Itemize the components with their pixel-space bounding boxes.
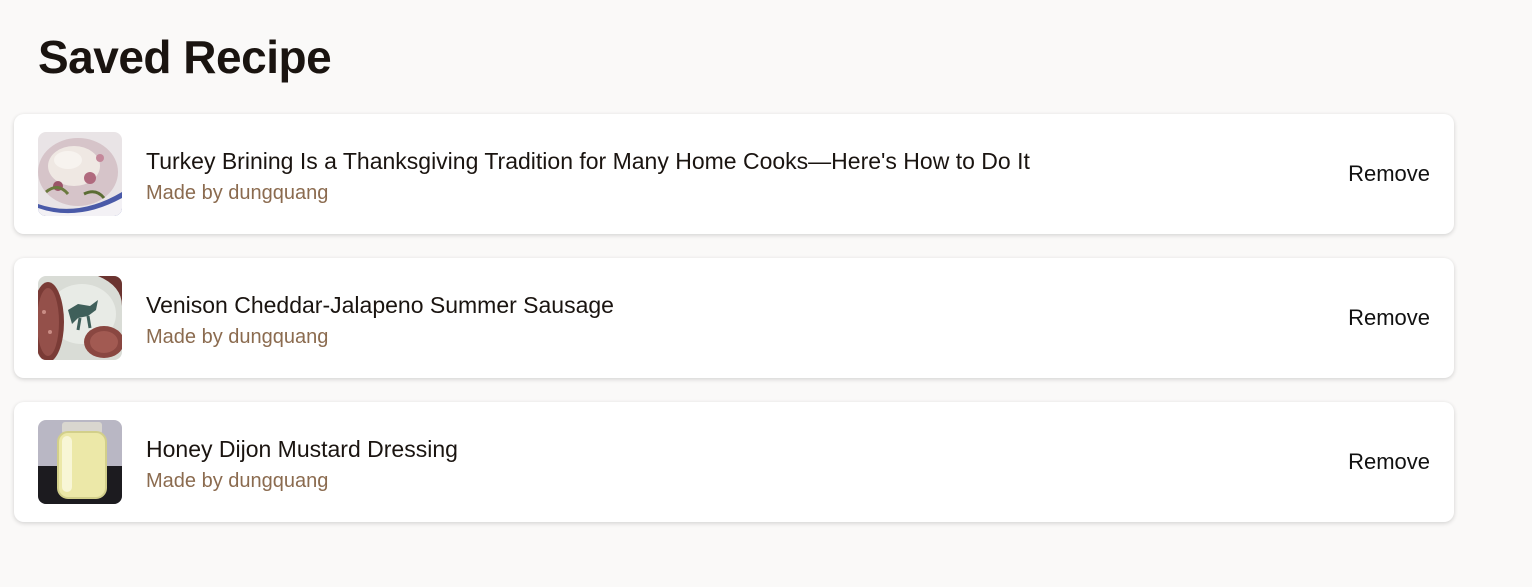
saved-recipe-list: Turkey Brining Is a Thanksgiving Traditi…: [14, 114, 1454, 546]
recipe-thumbnail[interactable]: [38, 276, 122, 360]
turkey-brine-photo: [38, 132, 122, 216]
remove-button[interactable]: Remove: [1348, 160, 1430, 188]
recipe-author: Made by dungquang: [146, 182, 329, 204]
recipe-author: Made by dungquang: [146, 470, 329, 492]
recipe-thumbnail[interactable]: [38, 132, 122, 216]
recipe-card[interactable]: Venison Cheddar-Jalapeno Summer Sausage …: [14, 258, 1454, 378]
remove-button[interactable]: Remove: [1348, 448, 1430, 476]
recipe-author: Made by dungquang: [146, 326, 329, 348]
recipe-card[interactable]: Turkey Brining Is a Thanksgiving Traditi…: [14, 114, 1454, 234]
page-title: Saved Recipe: [38, 31, 332, 83]
summer-sausage-photo: [38, 276, 122, 360]
recipe-card[interactable]: Honey Dijon Mustard Dressing Made by dun…: [14, 402, 1454, 522]
recipe-title[interactable]: Venison Cheddar-Jalapeno Summer Sausage: [146, 290, 614, 320]
recipe-title[interactable]: Honey Dijon Mustard Dressing: [146, 434, 458, 464]
mustard-dressing-jar-photo: [38, 420, 122, 504]
recipe-title[interactable]: Turkey Brining Is a Thanksgiving Traditi…: [146, 146, 1030, 176]
recipe-thumbnail[interactable]: [38, 420, 122, 504]
remove-button[interactable]: Remove: [1348, 304, 1430, 332]
